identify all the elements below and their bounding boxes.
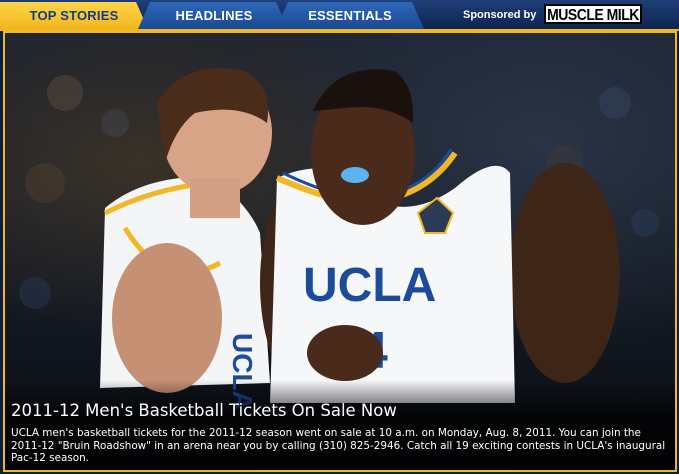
tab-bar: TOP STORIES ESSENTIALS HEADLINES Sponsor… <box>0 0 679 31</box>
sponsor-logo[interactable]: MUSCLE MILK <box>544 4 642 24</box>
center-player: UCLA 34 <box>260 69 620 403</box>
tab-headlines[interactable]: HEADLINES <box>138 2 288 29</box>
story-summary: UCLA men's basketball tickets for the 20… <box>11 427 666 465</box>
story-headline[interactable]: 2011-12 Men's Basketball Tickets On Sale… <box>11 401 397 420</box>
top-stories-widget: TOP STORIES ESSENTIALS HEADLINES Sponsor… <box>0 0 679 474</box>
tab-essentials[interactable]: ESSENTIALS <box>276 2 424 29</box>
tab-top-stories[interactable]: TOP STORIES <box>0 2 148 29</box>
story-photo[interactable]: UCLA UCLA 34 2011-12 Men's Basketball Ti… <box>3 31 677 472</box>
sponsor-label: Sponsored by <box>463 9 537 21</box>
center-jersey-text: UCLA <box>303 259 436 312</box>
sponsor-logo-text: MUSCLE MILK <box>547 4 639 24</box>
